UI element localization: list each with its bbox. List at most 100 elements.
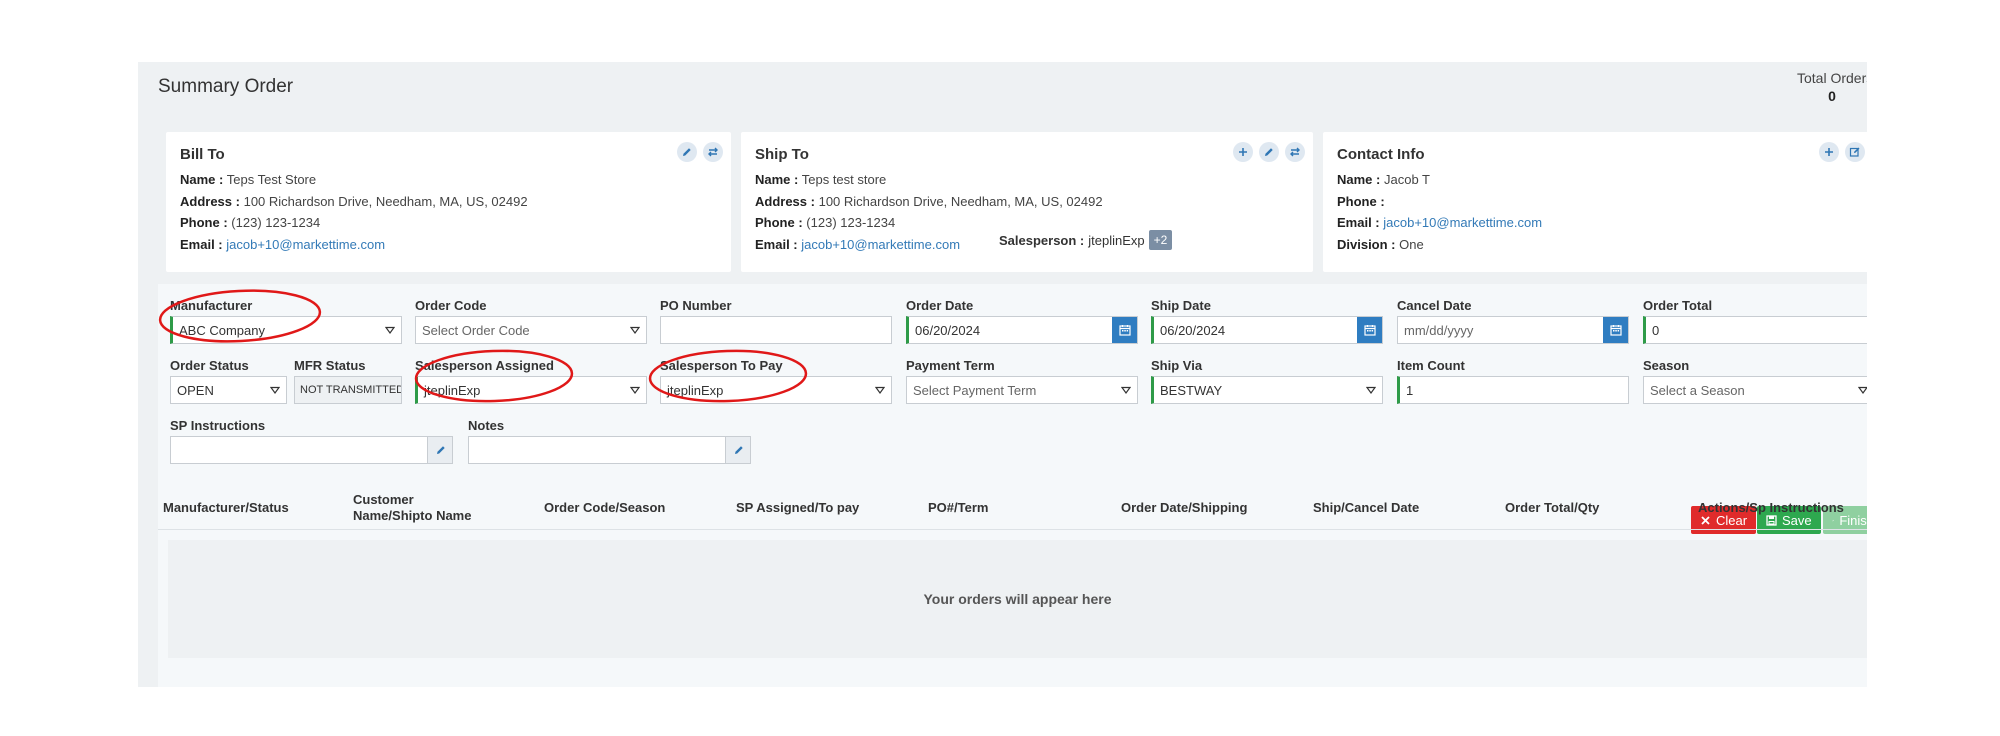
- notes-label: Notes: [468, 418, 505, 433]
- bill-to-name-row: Name : Teps Test Store: [180, 169, 717, 191]
- order-total-field: Order Total 0: [1643, 298, 1867, 344]
- caret-down-icon: [1121, 386, 1131, 395]
- bill-to-address-label: Address :: [180, 193, 240, 209]
- sp-instructions-input[interactable]: [170, 436, 453, 464]
- pencil-icon[interactable]: [677, 142, 697, 162]
- manufacturer-label: Manufacturer: [170, 298, 253, 313]
- item-count-label: Item Count: [1397, 358, 1465, 373]
- column-header: PO#/Term: [928, 500, 989, 515]
- column-header: Customer Name/Shipto Name: [353, 492, 472, 523]
- pencil-icon[interactable]: [1259, 142, 1279, 162]
- ship-to-name-label: Name :: [755, 172, 799, 187]
- contact-phone-label: Phone :: [1337, 193, 1385, 209]
- payment-term-select[interactable]: Select Payment Term: [906, 376, 1138, 404]
- contact-info-card: Contact Info Name : Jacob T Phone : Emai…: [1323, 132, 1867, 272]
- empty-state-message: Your orders will appear here: [923, 591, 1112, 607]
- bill-to-email-link[interactable]: jacob+10@markettime.com: [226, 237, 385, 252]
- ship-to-address-label: Address :: [755, 193, 815, 209]
- ship-to-phone: (123) 123-1234: [806, 215, 896, 230]
- manufacturer-value: ABC Company: [179, 322, 265, 338]
- order-status-select[interactable]: OPEN: [170, 376, 287, 404]
- ship-via-label: Ship Via: [1151, 358, 1203, 373]
- bill-to-actions: [677, 142, 723, 162]
- sp-instructions-label: SP Instructions: [170, 418, 266, 433]
- ship-date-input[interactable]: 06/20/2024: [1151, 316, 1383, 344]
- swap-icon[interactable]: [1285, 142, 1305, 162]
- plus-icon[interactable]: [1233, 142, 1253, 162]
- po-number-input[interactable]: [660, 316, 892, 344]
- caret-down-icon: [630, 326, 640, 335]
- order-date-value: 06/20/2024: [915, 322, 981, 338]
- column-header: Ship/Cancel Date: [1313, 500, 1420, 515]
- salesperson-to-pay-value: jteplinExp: [667, 382, 724, 398]
- contact-name-label: Name :: [1337, 172, 1381, 187]
- bill-to-address: 100 Richardson Drive, Needham, MA, US, 0…: [243, 193, 528, 209]
- ship-to-card: Ship To Name : Teps test store Address :…: [741, 132, 1313, 272]
- salesperson-assigned-label: Salesperson Assigned: [415, 358, 554, 373]
- calendar-icon[interactable]: [1112, 317, 1137, 343]
- cancel-date-input[interactable]: mm/dd/yyyy: [1397, 316, 1629, 344]
- order-total-input[interactable]: 0: [1643, 316, 1867, 344]
- contact-name-row: Name : Jacob T: [1337, 169, 1867, 191]
- cancel-date-label: Cancel Date: [1397, 298, 1472, 313]
- salesperson-to-pay-select[interactable]: jteplinExp: [660, 376, 892, 404]
- plus-icon[interactable]: [1819, 142, 1839, 162]
- bill-to-heading: Bill To: [180, 146, 225, 163]
- total-orders-value: 0: [1828, 88, 1836, 104]
- column-header: Order Date/Shipping: [1121, 500, 1248, 515]
- season-select[interactable]: Select a Season: [1643, 376, 1867, 404]
- sp-instructions-field: SP Instructions: [170, 418, 453, 464]
- salesperson-assigned-select[interactable]: jteplinExp: [415, 376, 647, 404]
- manufacturer-select[interactable]: ABC Company: [170, 316, 402, 344]
- cancel-date-field: Cancel Date mm/dd/yyyy: [1397, 298, 1629, 344]
- mfr-status-value: NOT TRANSMITTED: [294, 376, 402, 404]
- ship-via-field: Ship Via BESTWAY: [1151, 358, 1383, 404]
- calendar-icon[interactable]: [1357, 317, 1382, 343]
- contact-phone-row: Phone :: [1337, 191, 1867, 213]
- salesperson-assigned-field: Salesperson Assigned jteplinExp: [415, 358, 647, 404]
- ship-to-address-row: Address : 100 Richardson Drive, Needham,…: [755, 191, 1299, 213]
- bill-to-phone-row: Phone : (123) 123-1234: [180, 212, 717, 234]
- swap-icon[interactable]: [703, 142, 723, 162]
- bill-to-email-row: Email : jacob+10@markettime.com: [180, 234, 717, 256]
- mfr-status-field: MFR Status NOT TRANSMITTED: [294, 358, 402, 404]
- edit-square-icon[interactable]: [1845, 142, 1865, 162]
- order-code-select[interactable]: Select Order Code: [415, 316, 647, 344]
- caret-down-icon: [270, 386, 280, 395]
- caret-down-icon: [1858, 386, 1867, 395]
- mfr-status-label: MFR Status: [294, 358, 366, 373]
- order-date-input[interactable]: 06/20/2024: [906, 316, 1138, 344]
- calendar-icon[interactable]: [1603, 317, 1628, 343]
- contact-info-heading: Contact Info: [1337, 146, 1425, 163]
- item-count-input[interactable]: 1: [1397, 376, 1629, 404]
- ship-to-email-link[interactable]: jacob+10@markettime.com: [801, 237, 960, 252]
- bill-to-phone: (123) 123-1234: [231, 215, 321, 230]
- summary-order-app: Summary Order Total Orders 0 Bill To Nam…: [138, 62, 1867, 687]
- season-label: Season: [1643, 358, 1690, 373]
- contact-email-link[interactable]: jacob+10@markettime.com: [1383, 215, 1542, 230]
- order-code-placeholder: Select Order Code: [422, 322, 530, 338]
- ship-via-value: BESTWAY: [1160, 382, 1223, 398]
- contact-division: One: [1399, 236, 1424, 252]
- column-header: Order Total/Qty: [1505, 500, 1600, 515]
- payment-term-field: Payment Term Select Payment Term: [906, 358, 1138, 404]
- season-field: Season Select a Season: [1643, 358, 1867, 404]
- season-placeholder: Select a Season: [1650, 382, 1745, 398]
- salesperson-extra-badge[interactable]: +2: [1148, 230, 1173, 250]
- ship-to-name: Teps test store: [801, 172, 887, 187]
- ship-to-email-label: Email :: [755, 236, 798, 252]
- column-header: Order Code/Season: [544, 500, 666, 515]
- pencil-icon[interactable]: [725, 437, 750, 463]
- bill-to-name-label: Name :: [180, 172, 224, 187]
- order-total-label: Order Total: [1643, 298, 1713, 313]
- orders-empty-state: Your orders will appear here: [168, 540, 1867, 658]
- bill-to-name: Teps Test Store: [226, 172, 317, 187]
- salesperson-to-pay-label: Salesperson To Pay: [660, 358, 783, 373]
- pencil-icon[interactable]: [427, 437, 452, 463]
- contact-division-label: Division :: [1337, 236, 1396, 252]
- notes-input[interactable]: [468, 436, 751, 464]
- ship-to-salesperson-value: jteplinExp: [1088, 232, 1145, 248]
- ship-via-select[interactable]: BESTWAY: [1151, 376, 1383, 404]
- bill-to-address-row: Address : 100 Richardson Drive, Needham,…: [180, 191, 717, 213]
- column-header: SP Assigned/To pay: [736, 500, 860, 515]
